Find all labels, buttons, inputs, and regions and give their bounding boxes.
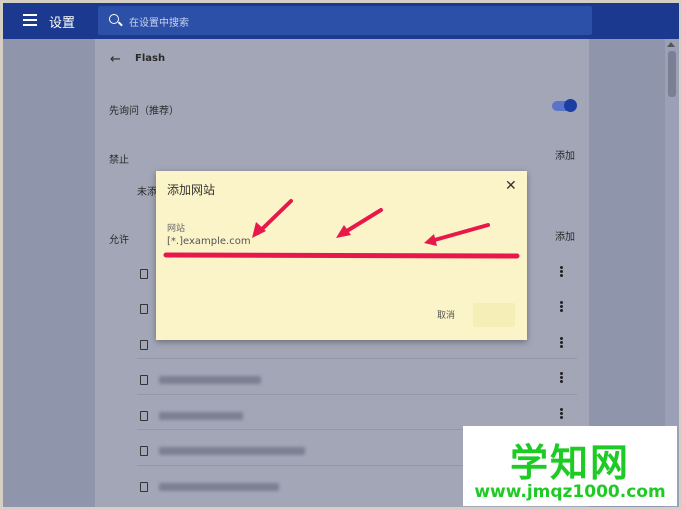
document-icon [140, 411, 148, 421]
dialog-title: 添加网站 [167, 183, 216, 197]
blurred-site-url [159, 447, 305, 455]
watermark-title: 学知网 [509, 441, 630, 485]
watermark: 学知网 www.jmqz1000.com [463, 426, 677, 506]
watermark-url: www.jmqz1000.com [474, 482, 666, 502]
arrow-left-icon[interactable]: ← [110, 52, 121, 67]
toggle-knob [564, 99, 577, 112]
row-divider [137, 394, 577, 395]
scroll-thumb[interactable] [668, 51, 676, 97]
document-icon [140, 375, 148, 385]
ask-first-label: 先询问（推荐） [109, 106, 179, 117]
blurred-site-url [159, 412, 243, 420]
blurred-site-url [159, 376, 261, 384]
document-icon [140, 482, 148, 492]
document-icon [140, 269, 148, 279]
more-options-icon[interactable] [557, 301, 565, 315]
more-options-icon[interactable] [557, 372, 565, 386]
document-icon [140, 304, 148, 314]
search-placeholder: 在设置中搜索 [129, 18, 189, 29]
block-section-title: 禁止 [109, 155, 129, 166]
cancel-button[interactable]: 取消 [437, 308, 455, 321]
page-title: Flash [135, 53, 166, 64]
search-icon [109, 14, 119, 24]
menu-icon[interactable] [23, 14, 37, 26]
more-options-icon[interactable] [557, 266, 565, 280]
site-input[interactable]: [*.]example.com [167, 236, 251, 247]
block-empty-text: 未添 [137, 187, 157, 198]
add-site-dialog: 添加网站 ✕ 网站 [*.]example.com 取消 添加 [156, 171, 527, 340]
row-divider [137, 358, 577, 359]
ask-first-toggle[interactable] [552, 99, 577, 112]
scroll-up-icon[interactable] [667, 42, 675, 47]
document-icon [140, 340, 148, 350]
add-button[interactable]: 添加 [473, 303, 515, 327]
blurred-site-url [159, 483, 279, 491]
more-options-icon[interactable] [557, 337, 565, 351]
more-options-icon[interactable] [557, 408, 565, 422]
site-field-label: 网站 [167, 224, 186, 234]
block-add-button[interactable]: 添加 [555, 147, 575, 162]
document-icon [140, 446, 148, 456]
close-icon[interactable]: ✕ [505, 179, 517, 193]
app-title: 设置 [49, 16, 76, 31]
list-item[interactable] [137, 369, 577, 405]
allow-section-title: 允许 [109, 235, 129, 246]
top-app-bar: 设置 在设置中搜索 [3, 3, 679, 39]
search-input[interactable]: 在设置中搜索 [98, 6, 592, 35]
allow-add-button[interactable]: 添加 [555, 228, 575, 243]
